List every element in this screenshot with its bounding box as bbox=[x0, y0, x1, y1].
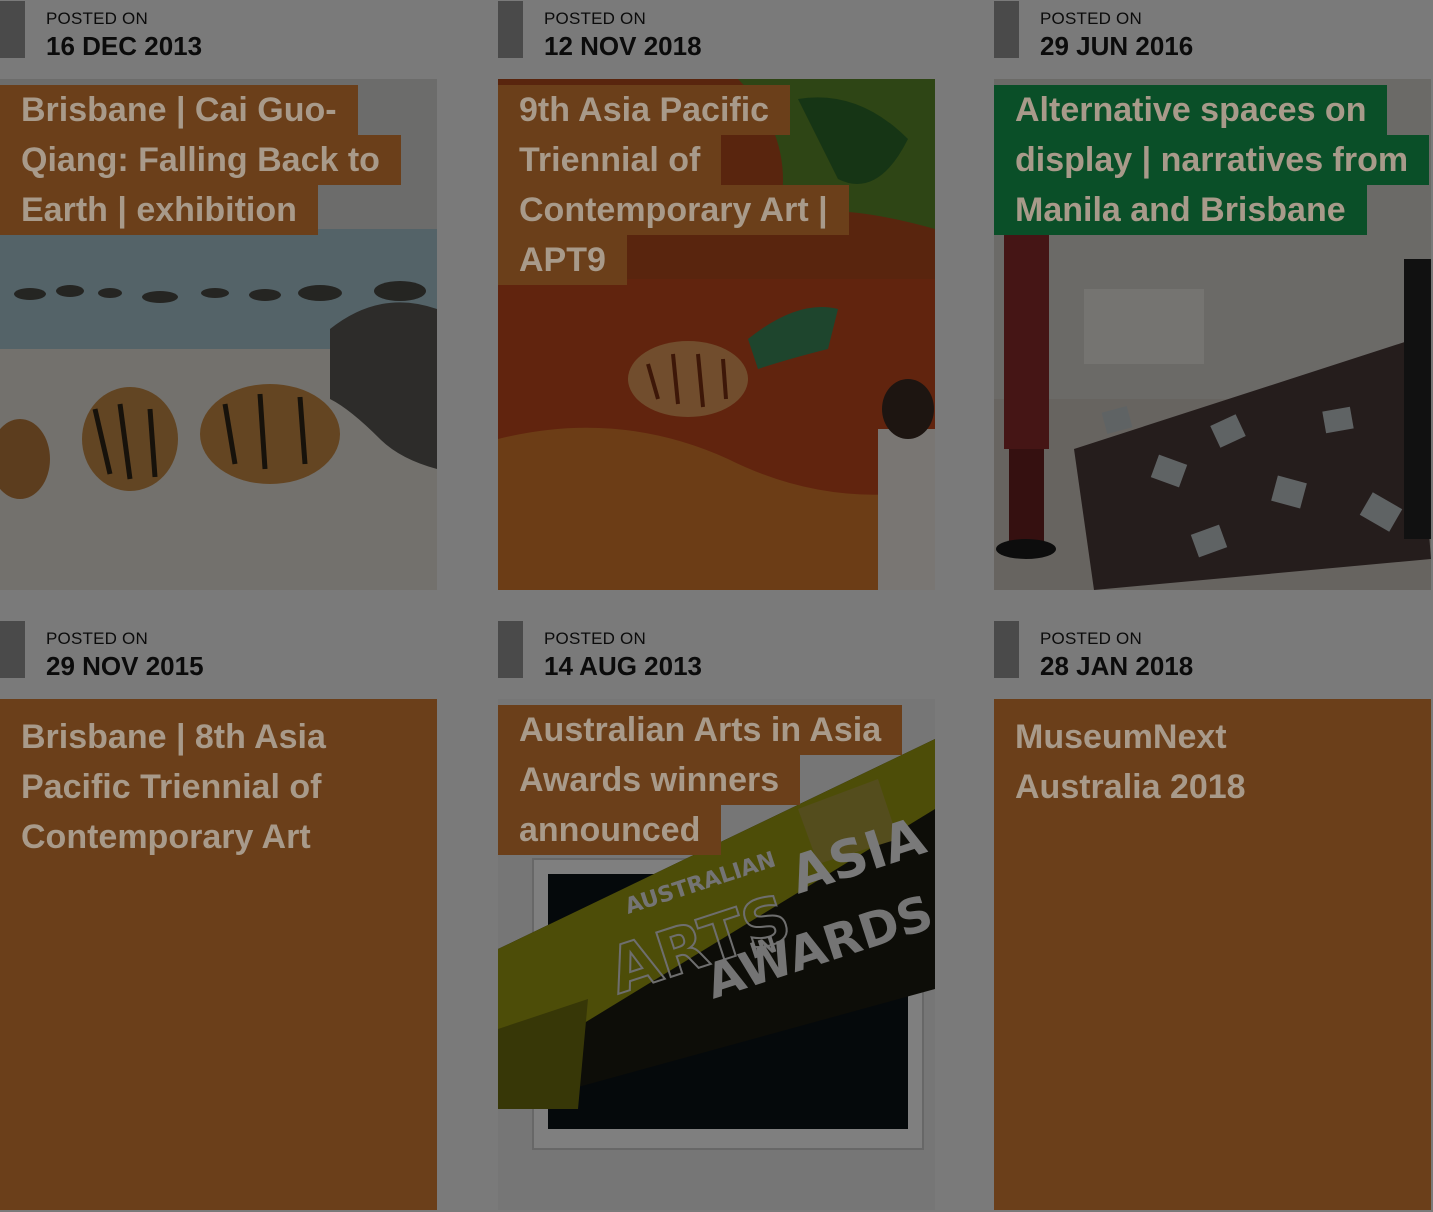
meta-accent-bar bbox=[994, 621, 1019, 678]
post-date: 12 NOV 2018 bbox=[544, 31, 702, 61]
title-line: display | narratives from bbox=[994, 135, 1430, 185]
meta-accent-bar bbox=[498, 1, 523, 58]
title-line: Contemporary Art | bbox=[498, 185, 849, 235]
meta-accent-bar bbox=[0, 621, 25, 678]
post-title[interactable]: Alternative spaces on display | narrativ… bbox=[994, 79, 1431, 235]
post-card[interactable]: POSTED ON 14 AUG 2013 AUSTRALIAN ARTS IN… bbox=[498, 620, 935, 1212]
title-line: Brisbane | Cai Guo- bbox=[0, 85, 358, 135]
title-line: announced bbox=[498, 805, 722, 855]
meta-accent-bar bbox=[0, 1, 25, 58]
title-line: Manila and Brisbane bbox=[994, 185, 1367, 235]
post-title[interactable]: 9th Asia Pacific Triennial of Contempora… bbox=[498, 79, 935, 285]
post-thumbnail[interactable]: AUSTRALIAN ARTS IN ASIA AWARDS Australia… bbox=[498, 699, 935, 1210]
title-line: Contemporary Art bbox=[21, 818, 311, 856]
post-date: 29 JUN 2016 bbox=[1040, 31, 1194, 61]
posted-on-label: POSTED ON bbox=[1040, 9, 1142, 28]
post-grid: POSTED ON 16 DEC 2013 Brisbane | Cai Guo… bbox=[0, 0, 1433, 1212]
post-thumbnail[interactable]: MuseumNext Australia 2018 bbox=[994, 699, 1431, 1210]
post-card[interactable]: POSTED ON 29 NOV 2015 Brisbane | 8th Asi… bbox=[0, 620, 437, 1212]
post-meta: POSTED ON 12 NOV 2018 bbox=[498, 0, 935, 79]
post-title[interactable]: Brisbane | Cai Guo- Qiang: Falling Back … bbox=[0, 79, 437, 235]
post-date: 14 AUG 2013 bbox=[544, 651, 703, 681]
post-title[interactable]: MuseumNext Australia 2018 bbox=[994, 699, 1431, 1210]
post-thumbnail[interactable]: Brisbane | 8th Asia Pacific Triennial of… bbox=[0, 699, 437, 1210]
title-line: APT9 bbox=[498, 235, 627, 285]
posted-on-label: POSTED ON bbox=[544, 629, 646, 648]
posted-on-label: POSTED ON bbox=[1040, 629, 1142, 648]
title-line: Triennial of bbox=[498, 135, 722, 185]
post-meta: POSTED ON 29 JUN 2016 bbox=[994, 0, 1431, 79]
post-card[interactable]: POSTED ON 28 JAN 2018 MuseumNext Austral… bbox=[994, 620, 1431, 1212]
post-card[interactable]: POSTED ON 12 NOV 2018 9th Asia Pacific T… bbox=[498, 0, 935, 590]
meta-accent-bar bbox=[498, 621, 523, 678]
posted-on-label: POSTED ON bbox=[46, 9, 148, 28]
title-line: MuseumNext bbox=[1015, 718, 1227, 756]
post-date: 29 NOV 2015 bbox=[46, 651, 204, 681]
post-thumbnail[interactable]: Alternative spaces on display | narrativ… bbox=[994, 79, 1431, 590]
posted-on-label: POSTED ON bbox=[46, 629, 148, 648]
title-line: Alternative spaces on bbox=[994, 85, 1388, 135]
post-thumbnail[interactable]: 9th Asia Pacific Triennial of Contempora… bbox=[498, 79, 935, 590]
title-line: Earth | exhibition bbox=[0, 185, 318, 235]
meta-accent-bar bbox=[994, 1, 1019, 58]
title-line: Australian Arts in Asia bbox=[498, 705, 903, 755]
posted-on-label: POSTED ON bbox=[544, 9, 646, 28]
post-thumbnail[interactable]: Brisbane | Cai Guo- Qiang: Falling Back … bbox=[0, 79, 437, 590]
title-line: Australia 2018 bbox=[1015, 768, 1246, 806]
title-line: Pacific Triennial of bbox=[21, 768, 322, 806]
title-line: 9th Asia Pacific bbox=[498, 85, 791, 135]
post-meta: POSTED ON 29 NOV 2015 bbox=[0, 620, 437, 699]
title-line: Brisbane | 8th Asia bbox=[21, 718, 326, 756]
post-meta: POSTED ON 28 JAN 2018 bbox=[994, 620, 1431, 699]
title-line: Awards winners bbox=[498, 755, 801, 805]
post-card[interactable]: POSTED ON 16 DEC 2013 Brisbane | Cai Guo… bbox=[0, 0, 437, 590]
post-title[interactable]: Australian Arts in Asia Awards winners a… bbox=[498, 699, 935, 855]
post-card[interactable]: POSTED ON 29 JUN 2016 Alternative spaces… bbox=[994, 0, 1431, 590]
post-meta: POSTED ON 14 AUG 2013 bbox=[498, 620, 935, 699]
post-meta: POSTED ON 16 DEC 2013 bbox=[0, 0, 437, 79]
title-line: Qiang: Falling Back to bbox=[0, 135, 401, 185]
post-date: 16 DEC 2013 bbox=[46, 31, 203, 61]
post-title[interactable]: Brisbane | 8th Asia Pacific Triennial of… bbox=[0, 699, 437, 1210]
post-date: 28 JAN 2018 bbox=[1040, 651, 1194, 681]
